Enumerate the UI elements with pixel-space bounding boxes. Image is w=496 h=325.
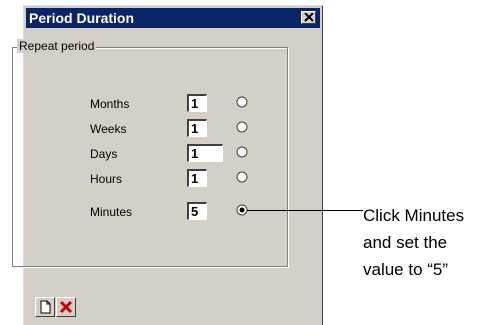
callout-line-1: Click Minutes [363,206,465,225]
close-button[interactable] [301,11,316,24]
new-document-icon [40,300,51,314]
hours-field[interactable]: 1 [187,169,207,187]
days-radio[interactable] [236,146,248,158]
days-label: Days [90,147,118,161]
months-label: Months [90,97,130,111]
delete-icon [59,300,73,314]
weeks-label: Weeks [90,122,127,136]
callout-annotation: Click Minutes and set the value to “5” [363,202,464,283]
group-label: Repeat period [17,39,97,53]
weeks-field[interactable]: 1 [187,119,207,137]
hours-radio[interactable] [236,171,248,183]
new-button[interactable] [35,297,55,317]
minutes-label: Minutes [90,205,133,219]
months-field[interactable]: 1 [187,94,207,112]
minutes-field[interactable]: 5 [187,202,207,220]
callout-line-3: value to “5” [363,260,449,279]
window-title: Period Duration [29,10,135,26]
callout-line [247,210,363,211]
hours-label: Hours [90,172,123,186]
days-field[interactable]: 1 [187,144,223,162]
close-icon [304,13,314,22]
delete-button[interactable] [56,297,76,317]
title-bar[interactable]: Period Duration [26,8,320,28]
weeks-radio[interactable] [236,121,248,133]
months-radio[interactable] [236,96,248,108]
callout-line-2: and set the [363,233,448,252]
